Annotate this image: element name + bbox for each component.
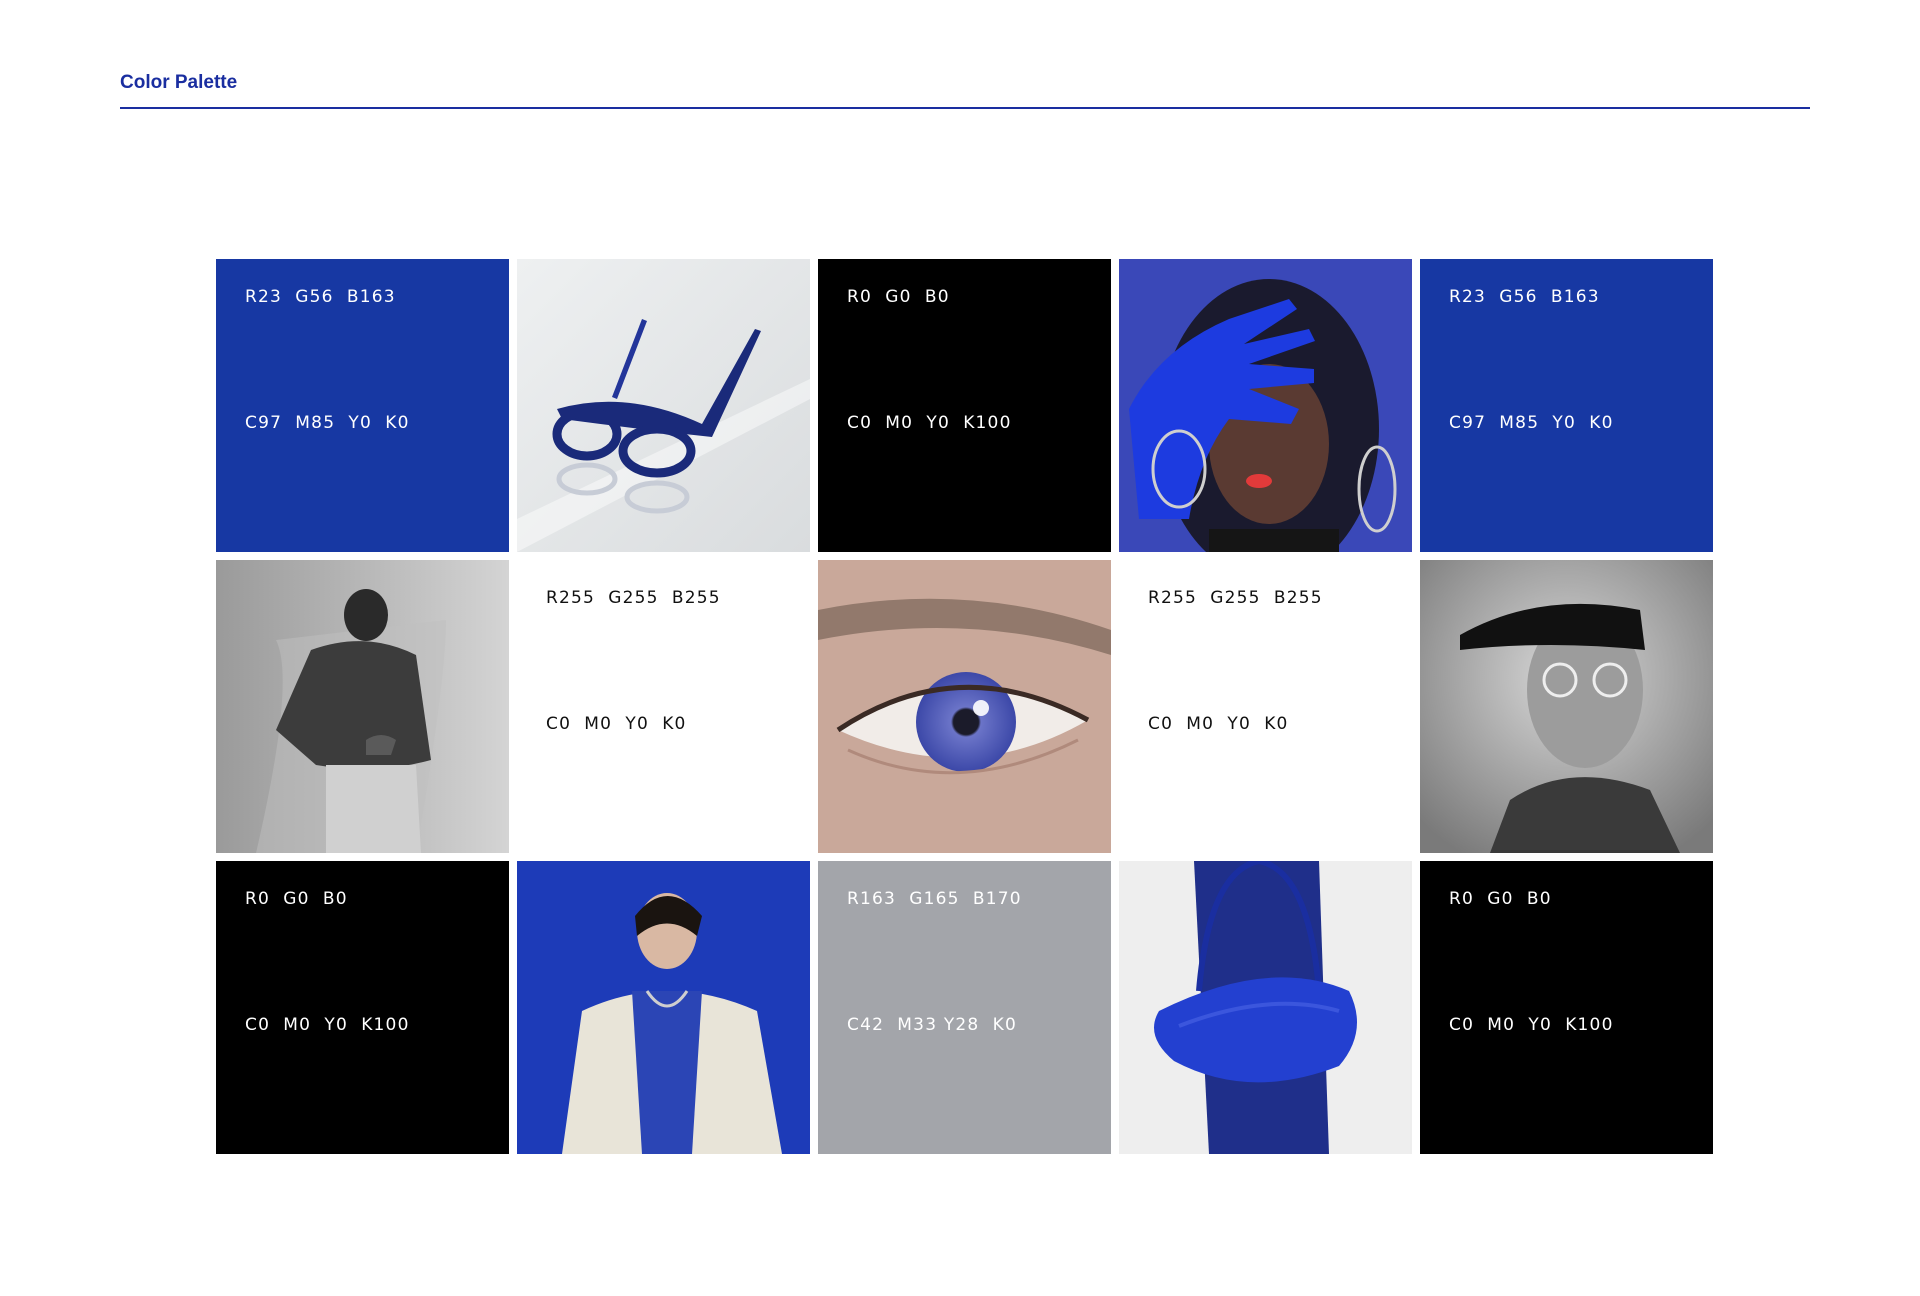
swatch-black: R0 G0 B0 C0 M0 Y0 K100 xyxy=(216,861,509,1154)
rgb-value: R0 G0 B0 xyxy=(1449,889,1552,909)
swatch-gray: R163 G165 B170 C42 M33 Y28 K0 xyxy=(818,861,1111,1154)
cmyk-value: C0 M0 Y0 K100 xyxy=(245,1015,410,1035)
title-divider xyxy=(120,107,1810,109)
cmyk-value: C0 M0 Y0 K100 xyxy=(1449,1015,1614,1035)
rgb-value: R163 G165 B170 xyxy=(847,889,1022,909)
man-white-jacket-photo xyxy=(517,861,810,1154)
palette-grid: R23 G56 B163 C97 M85 Y0 K0 R0 G0 B0 C0 M… xyxy=(216,259,1713,1154)
man-cap-glasses-image xyxy=(1420,560,1713,853)
gloved-hand-photo xyxy=(1119,259,1412,552)
swatch-blue: R23 G56 B163 C97 M85 Y0 K0 xyxy=(216,259,509,552)
blue-bag-photo xyxy=(1119,861,1412,1154)
page-title: Color Palette xyxy=(120,72,238,93)
rgb-value: R23 G56 B163 xyxy=(1449,287,1600,307)
eye-closeup-image xyxy=(818,560,1111,853)
swatch-black: R0 G0 B0 C0 M0 Y0 K100 xyxy=(1420,861,1713,1154)
man-cap-glasses-photo xyxy=(1420,560,1713,853)
cmyk-value: C0 M0 Y0 K100 xyxy=(847,413,1012,433)
man-white-jacket-image xyxy=(517,861,810,1154)
cmyk-value: C97 M85 Y0 K0 xyxy=(245,413,410,433)
cmyk-value: C0 M0 Y0 K0 xyxy=(546,714,687,734)
eye-closeup-photo xyxy=(818,560,1111,853)
cmyk-value: C97 M85 Y0 K0 xyxy=(1449,413,1614,433)
blue-bag-image xyxy=(1119,861,1412,1154)
man-back-image xyxy=(216,560,509,853)
rgb-value: R0 G0 B0 xyxy=(245,889,348,909)
swatch-white: R255 G255 B255 C0 M0 Y0 K0 xyxy=(1119,560,1412,853)
rgb-value: R0 G0 B0 xyxy=(847,287,950,307)
swatch-black: R0 G0 B0 C0 M0 Y0 K100 xyxy=(818,259,1111,552)
eyeglasses-image xyxy=(517,259,810,552)
eyeglasses-photo xyxy=(517,259,810,552)
cmyk-value: C42 M33 Y28 K0 xyxy=(847,1015,1018,1035)
swatch-blue: R23 G56 B163 C97 M85 Y0 K0 xyxy=(1420,259,1713,552)
gloved-hand-image xyxy=(1119,259,1412,552)
swatch-white: R255 G255 B255 C0 M0 Y0 K0 xyxy=(517,560,810,853)
man-back-photo xyxy=(216,560,509,853)
cmyk-value: C0 M0 Y0 K0 xyxy=(1148,714,1289,734)
rgb-value: R255 G255 B255 xyxy=(546,588,721,608)
rgb-value: R255 G255 B255 xyxy=(1148,588,1323,608)
rgb-value: R23 G56 B163 xyxy=(245,287,396,307)
